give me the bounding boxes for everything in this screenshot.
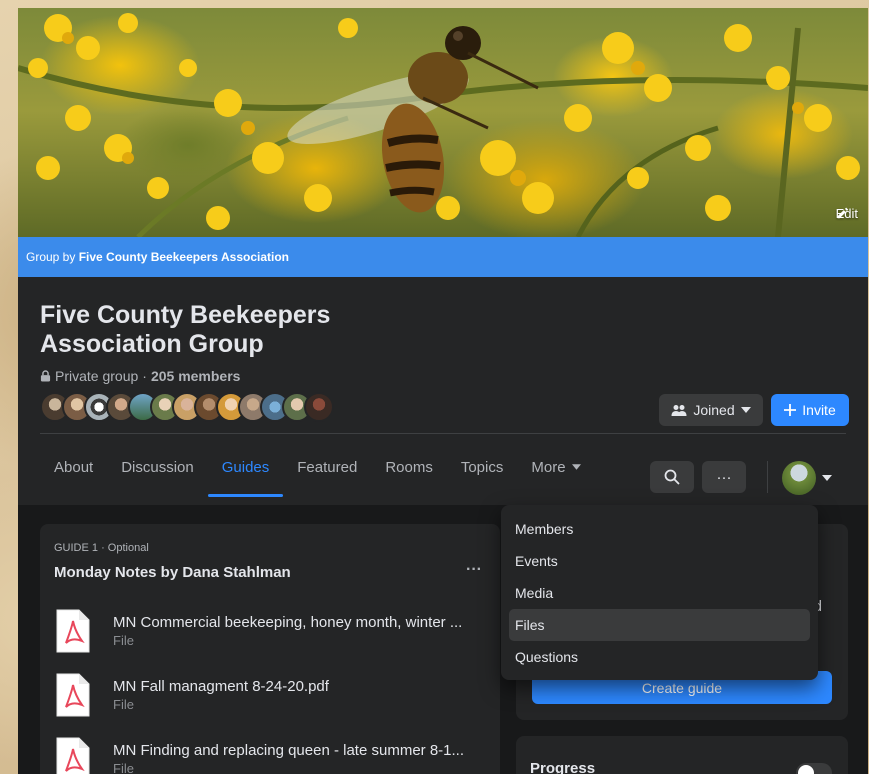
meta-separator: ·: [142, 368, 147, 384]
pdf-file-icon: [54, 607, 92, 655]
tab-label: Featured: [297, 458, 358, 476]
people-icon: [671, 404, 687, 416]
profile-switcher[interactable]: [782, 461, 832, 495]
file-row[interactable]: MN Commercial beekeeping, honey month, w…: [54, 601, 494, 661]
file-name: MN Fall managment 8-24-20.pdf: [113, 678, 329, 695]
progress-toggle[interactable]: [796, 763, 832, 774]
tab-label: Rooms: [385, 458, 433, 476]
caret-down-icon: [740, 407, 751, 413]
tab-topics[interactable]: Topics: [447, 437, 518, 497]
menu-item-files[interactable]: Files: [509, 609, 810, 641]
toolbar-divider: [767, 461, 768, 493]
create-guide-label: Create guide: [641, 679, 723, 696]
tab-more[interactable]: More: [517, 437, 594, 497]
file-name: MN Finding and replacing queen - late su…: [113, 742, 465, 759]
pencil-icon: [837, 207, 848, 219]
group-owner-banner: Group by Five County Beekeepers Associat…: [18, 237, 868, 277]
guide-kicker: GUIDE 1 · Optional: [54, 542, 149, 554]
file-row[interactable]: MN Finding and replacing queen - late su…: [54, 729, 494, 774]
pdf-file-icon: [54, 735, 92, 774]
group-title: Five County Beekeepers Association Group: [40, 301, 331, 358]
avatar: [782, 461, 816, 495]
tab-label: Topics: [460, 458, 504, 476]
cover-photo: Edit: [18, 8, 868, 237]
tab-guides[interactable]: Guides: [207, 437, 284, 497]
group-tabs: About Discussion Guides Featured Rooms T…: [40, 437, 595, 497]
joined-label: Joined: [693, 402, 735, 418]
edit-cover-button[interactable]: Edit: [836, 206, 858, 221]
lock-icon: [40, 370, 51, 382]
group-header: Five County Beekeepers Association Group…: [18, 277, 868, 505]
tab-discussion[interactable]: Discussion: [107, 437, 208, 497]
file-type: File: [113, 633, 134, 648]
facebook-group-page: Edit Group by Five County Beekeepers Ass…: [18, 8, 868, 774]
tab-label: Guides: [221, 458, 270, 476]
caret-down-icon: [822, 475, 832, 481]
menu-item-media[interactable]: Media: [509, 577, 810, 609]
toggle-knob: [798, 765, 814, 774]
tab-label: About: [54, 458, 94, 476]
progress-card: Progress: [516, 736, 848, 774]
plus-icon: [784, 404, 797, 416]
tab-label: More: [531, 458, 566, 476]
menu-item-questions[interactable]: Questions: [509, 641, 810, 673]
tab-about[interactable]: About: [40, 437, 107, 497]
tab-featured[interactable]: Featured: [283, 437, 371, 497]
file-type: File: [113, 761, 134, 774]
guide-title[interactable]: Monday Notes by Dana Stahlman: [54, 564, 291, 581]
avatar[interactable]: [304, 392, 334, 422]
search-icon: [664, 469, 680, 485]
member-avatars: [40, 392, 334, 422]
banner-prefix: Group by: [26, 250, 79, 264]
file-type: File: [113, 697, 134, 712]
member-count[interactable]: 205 members: [151, 368, 241, 384]
caret-down-icon: [571, 464, 581, 470]
file-name: MN Commercial beekeeping, honey month, w…: [113, 614, 463, 631]
guide-card: GUIDE 1 · Optional Monday Notes by Dana …: [40, 524, 500, 774]
joined-button[interactable]: Joined: [659, 394, 763, 426]
guide-menu-button[interactable]: ···: [466, 561, 482, 579]
more-dropdown-menu: Members Events Media Files Questions: [501, 505, 818, 680]
progress-label: Progress: [530, 760, 596, 774]
pdf-file-icon: [54, 671, 92, 719]
group-meta: Private group · 205 members: [40, 368, 240, 384]
tabs-divider: [40, 433, 846, 434]
file-row[interactable]: MN Fall managment 8-24-20.pdf File: [54, 665, 494, 725]
invite-button[interactable]: Invite: [771, 394, 849, 426]
more-options-button[interactable]: ···: [702, 461, 746, 493]
invite-label: Invite: [802, 402, 836, 418]
menu-item-events[interactable]: Events: [509, 545, 810, 577]
search-button[interactable]: [650, 461, 694, 493]
privacy-label[interactable]: Private group: [55, 368, 138, 384]
menu-item-members[interactable]: Members: [509, 513, 810, 545]
banner-org-link[interactable]: Five County Beekeepers Association: [79, 250, 289, 264]
tab-rooms[interactable]: Rooms: [371, 437, 447, 497]
more-options-label: ···: [716, 468, 732, 486]
cover-photo-image: [18, 13, 868, 237]
tab-label: Discussion: [121, 458, 194, 476]
